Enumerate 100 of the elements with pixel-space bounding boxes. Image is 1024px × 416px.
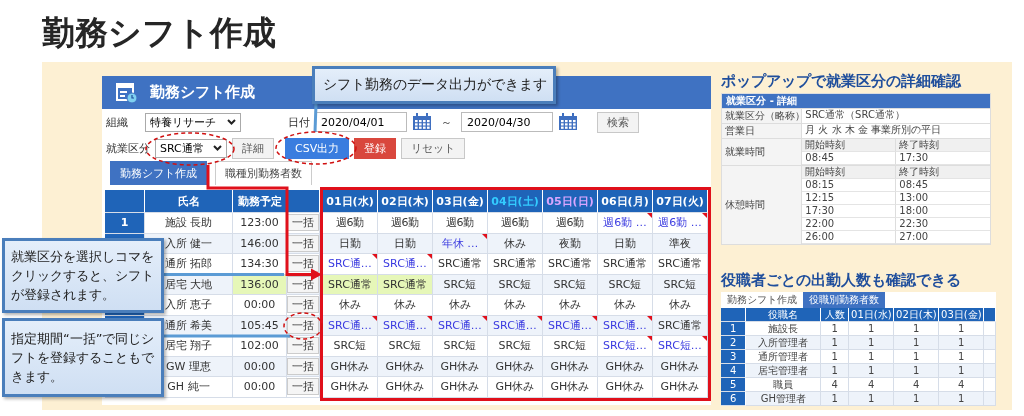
shift-cell[interactable]: GH休み	[323, 356, 378, 377]
shift-cell[interactable]: SRC通…	[488, 315, 543, 336]
bulk-button[interactable]: 一括	[287, 316, 319, 334]
reset-button[interactable]: リセット	[401, 137, 466, 159]
tab[interactable]: 勤務シフト作成	[721, 292, 804, 308]
column-header: 氏名	[145, 190, 233, 213]
shift-cell[interactable]: GH休み	[488, 356, 543, 377]
shift-cell[interactable]: SRC短	[653, 274, 708, 295]
shift-cell[interactable]: GH休み	[543, 377, 598, 398]
shift-cell[interactable]: SRC通常	[598, 254, 653, 275]
row-number-cell: 5	[721, 378, 747, 392]
shift-cell[interactable]: GH休み	[598, 377, 653, 398]
shift-cell[interactable]: 日勤	[378, 233, 433, 254]
shift-cell[interactable]: 週6勤 …	[598, 213, 653, 234]
shift-cell[interactable]: SRC通…	[378, 254, 433, 275]
register-button[interactable]: 登録	[354, 137, 397, 159]
search-button[interactable]: 検索	[597, 111, 639, 133]
shift-cell[interactable]: 休み	[433, 295, 488, 316]
tab[interactable]: 職種別勤務者数	[215, 161, 312, 185]
shift-cell[interactable]: SRC通常	[488, 254, 543, 275]
bulk-button[interactable]: 一括	[287, 234, 319, 252]
work-type-select[interactable]: SRC通常	[155, 138, 227, 158]
shift-cell[interactable]: SRC通常	[433, 254, 488, 275]
shift-cell[interactable]: SRC通常	[653, 254, 708, 275]
role-cell: 入所管理者	[746, 336, 822, 350]
shift-cell[interactable]: SRC通…	[598, 315, 653, 336]
shift-cell[interactable]: SRC短	[323, 336, 378, 357]
shift-cell[interactable]: 週6勤	[433, 213, 488, 234]
shift-cell[interactable]: 日勤	[323, 233, 378, 254]
shift-cell[interactable]: GH休み	[378, 356, 433, 377]
date-field[interactable]: 2020/04/01	[315, 112, 407, 132]
shift-cell[interactable]: 休み	[488, 295, 543, 316]
shift-cell[interactable]: 週6勤	[488, 213, 543, 234]
shift-cell[interactable]: GH休み	[543, 356, 598, 377]
bulk-button[interactable]: 一括	[287, 255, 319, 273]
shift-cell[interactable]: 休み	[488, 233, 543, 254]
shift-cell[interactable]: GH休み	[323, 377, 378, 398]
shift-cell[interactable]: 週6勤	[543, 213, 598, 234]
app-title: 勤務シフト作成	[150, 83, 255, 102]
shift-cell[interactable]: 準夜	[653, 233, 708, 254]
shift-cell[interactable]: 年休 …	[433, 233, 488, 254]
shift-cell[interactable]: GH休み	[653, 377, 708, 398]
shift-cell[interactable]: SRC短…	[653, 336, 708, 357]
shift-cell[interactable]: SRC通…	[543, 315, 598, 336]
shift-cell[interactable]: 週6勤	[378, 213, 433, 234]
shift-cell[interactable]: 休み	[653, 295, 708, 316]
tab[interactable]: 勤務シフト作成	[110, 161, 207, 185]
shift-cell[interactable]: SRC短	[598, 274, 653, 295]
shift-cell[interactable]: SRC通…	[378, 315, 433, 336]
callout: 指定期間“一括”で同じシフトを登録することもできます。	[2, 318, 164, 397]
bulk-button[interactable]: 一括	[287, 214, 319, 232]
shift-cell[interactable]: SRC通常	[378, 274, 433, 295]
column-header: 終了時刻	[896, 139, 991, 152]
shift-cell[interactable]: SRC短	[433, 274, 488, 295]
bulk-button[interactable]: 一括	[287, 337, 319, 355]
date-field[interactable]: 2020/04/30	[461, 112, 553, 132]
shift-cell[interactable]: SRC短…	[598, 336, 653, 357]
bulk-button[interactable]: 一括	[287, 378, 319, 396]
shift-cell[interactable]: SRC通常	[653, 315, 708, 336]
shift-cell[interactable]: SRC短	[488, 336, 543, 357]
shift-cell[interactable]: 休み	[378, 295, 433, 316]
shift-cell[interactable]: GH休み	[378, 377, 433, 398]
shift-cell[interactable]: SRC短	[543, 336, 598, 357]
csv-export-button[interactable]: CSV出力	[285, 137, 350, 159]
day-header: 02日(木)	[378, 190, 433, 213]
time-cell: 12:15	[802, 192, 897, 205]
calendar-icon[interactable]	[558, 113, 578, 131]
bulk-button[interactable]: 一括	[287, 357, 319, 375]
shift-cell[interactable]: SRC通常	[323, 274, 378, 295]
organization-select[interactable]: 特養リサーチ	[145, 112, 241, 132]
tab[interactable]: 役職別勤務者数	[803, 292, 886, 308]
shift-cell[interactable]: 休み	[323, 295, 378, 316]
calendar-icon[interactable]	[412, 113, 432, 131]
shift-cell[interactable]: SRC通…	[433, 315, 488, 336]
shift-cell[interactable]: SRC短	[378, 336, 433, 357]
shift-cell[interactable]: 日勤	[598, 233, 653, 254]
shift-cell[interactable]: SRC短	[488, 274, 543, 295]
shift-cell[interactable]: 休み	[543, 295, 598, 316]
day-header: 01日(水)	[323, 190, 378, 213]
shift-cell[interactable]: SRC通…	[323, 254, 378, 275]
shift-cell[interactable]: 週6勤 …	[653, 213, 708, 234]
bulk-button[interactable]: 一括	[287, 296, 319, 314]
row-label: 休憩時間	[722, 166, 803, 244]
row-number-cell: 6	[721, 392, 747, 406]
shift-cell[interactable]: GH休み	[488, 377, 543, 398]
shift-cell[interactable]: GH休み	[433, 377, 488, 398]
shift-cell[interactable]: 週6勤	[323, 213, 378, 234]
shift-cell[interactable]: SRC短	[543, 274, 598, 295]
shift-cell[interactable]: GH休み	[653, 356, 708, 377]
shift-cell[interactable]: 休み	[598, 295, 653, 316]
shift-cell[interactable]: SRC通…	[323, 315, 378, 336]
shift-cell[interactable]: GH休み	[433, 356, 488, 377]
detail-button[interactable]: 詳細	[232, 137, 274, 159]
shift-cell[interactable]: GH休み	[598, 356, 653, 377]
count-cell: 1	[894, 392, 940, 406]
shift-cell[interactable]: SRC通常	[543, 254, 598, 275]
shift-cell[interactable]: SRC短	[433, 336, 488, 357]
shift-cell[interactable]: 夜勤	[543, 233, 598, 254]
column-header: 01日(水)	[849, 308, 895, 322]
row-number-cell: 2	[721, 336, 747, 350]
